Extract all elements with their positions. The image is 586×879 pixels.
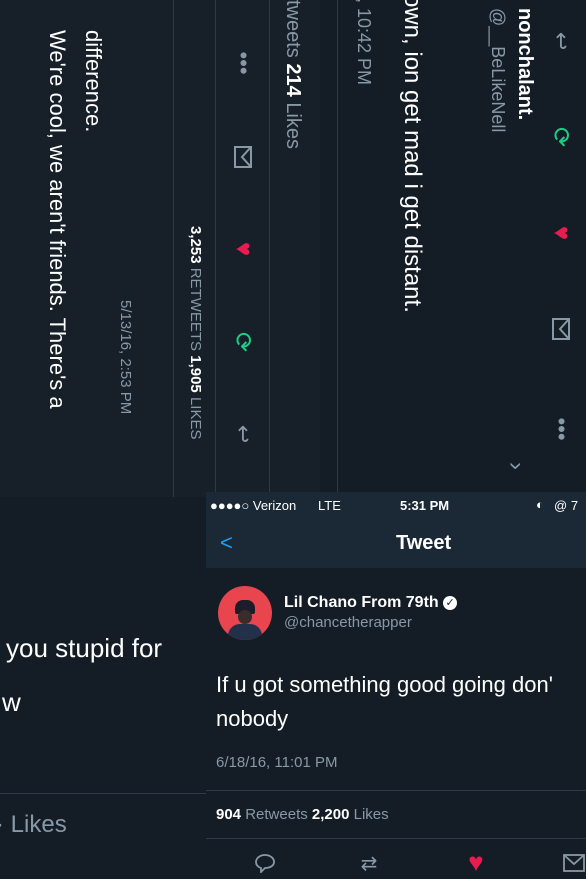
verified-badge-icon: ✓ xyxy=(443,595,458,610)
stats-text: tweets 214 Likes xyxy=(282,0,304,150)
message-icon[interactable] xyxy=(226,140,260,174)
like-heart-icon[interactable]: ♥ xyxy=(226,232,260,266)
tweet-timestamp: , 10:42 PM xyxy=(354,0,374,86)
screenshot-panel-bottom-right: ●●●●○ Verizon LTE 5:31 PM ◐ @ 7 < Tweet … xyxy=(206,492,586,879)
screenshot-panel-top-left: tweets 214 Likes ••• ♥ ⟳ ↩ 3,253 RETWEET… xyxy=(0,0,320,497)
nav-title: Tweet xyxy=(396,532,452,554)
like-heart-icon[interactable]: ♥ xyxy=(462,847,490,877)
network-type: LTE xyxy=(318,498,341,513)
tweet-text-line-2: nobody xyxy=(216,706,289,731)
display-name: nonchalant. xyxy=(514,8,536,121)
avatar[interactable] xyxy=(218,586,272,640)
tweet-text: own, ion get mad i get distant. xyxy=(399,0,426,313)
status-bar: ●●●●○ Verizon LTE 5:31 PM ◐ @ 7 xyxy=(206,492,586,518)
tweet-text-line-1: If u got something good going don' xyxy=(216,672,553,697)
like-heart-icon[interactable]: ♥ xyxy=(544,216,578,250)
retweet-icon[interactable]: ⟳ xyxy=(544,120,578,154)
more-icon[interactable]: ••• xyxy=(226,46,260,80)
message-icon[interactable] xyxy=(562,852,586,874)
tweet-text-line-2: w xyxy=(2,687,21,717)
screenshot-panel-bottom-left: you stupid for w · Likes xyxy=(0,497,206,879)
clock: 5:31 PM xyxy=(400,498,450,513)
alarm-icon: ◐ xyxy=(536,497,544,512)
user-handle: @__BeLikeNell xyxy=(488,8,508,133)
likes-label: · Likes xyxy=(0,811,67,838)
tweet-text-line-1: We're cool, we aren't friends. There's a xyxy=(45,30,70,409)
back-button[interactable]: < xyxy=(220,530,233,556)
carrier-signal: ●●●●○ Verizon xyxy=(210,498,297,513)
engagement-counts[interactable]: 904 Retweets 2,200 Likes xyxy=(216,806,389,823)
engagement-counts: 3,253 RETWEETS 1,905 LIKES xyxy=(187,226,204,440)
tweet-timestamp: 5/13/16, 2:53 PM xyxy=(117,300,134,415)
nav-bar: < Tweet xyxy=(206,518,586,568)
tweet-text-line-1: you stupid for xyxy=(6,633,163,663)
display-name[interactable]: Lil Chano From 79th ✓ xyxy=(284,594,458,612)
reply-icon[interactable] xyxy=(252,850,278,876)
back-chevron-icon[interactable]: › xyxy=(502,452,530,480)
retweet-icon[interactable]: ⟳ xyxy=(226,325,260,359)
retweet-icon[interactable]: ⇄ xyxy=(356,850,382,876)
battery-level: @ 7 xyxy=(554,498,579,513)
reply-icon[interactable]: ↩ xyxy=(544,24,578,58)
reply-icon[interactable]: ↩ xyxy=(226,417,260,451)
tweet-timestamp: 6/18/16, 11:01 PM xyxy=(216,754,338,771)
screenshot-panel-top-right: › ↩ ⟳ ♥ ••• nonchalant. @__BeLikeNell ow… xyxy=(320,0,586,497)
tweet-text-line-2: difference. xyxy=(81,30,106,133)
more-icon[interactable]: ••• xyxy=(544,412,578,446)
message-icon[interactable] xyxy=(544,312,578,346)
user-handle[interactable]: @chancetherapper xyxy=(284,614,412,631)
